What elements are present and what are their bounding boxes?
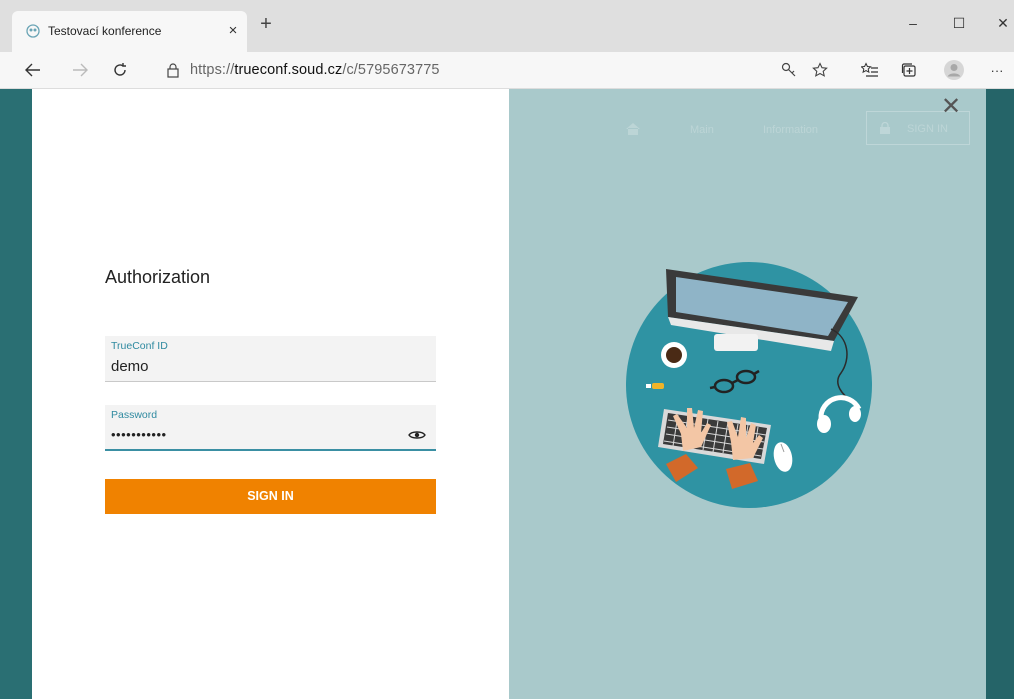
url-host: trueconf.soud.cz xyxy=(234,62,343,78)
coffee-cup-icon xyxy=(661,342,687,368)
tab-title: Testovací konference xyxy=(48,24,162,38)
faded-nav-main: Main xyxy=(690,124,714,136)
profile-avatar-icon[interactable] xyxy=(941,57,967,83)
favorites-list-icon[interactable] xyxy=(857,57,883,83)
address-bar-row: https://trueconf.soud.cz/c/5795673775 ··… xyxy=(0,52,1014,89)
key-icon[interactable] xyxy=(776,57,802,83)
faded-signin-label: SIGN IN xyxy=(907,123,948,135)
browser-window: Testovací konference × + – ☐ ✕ https://t… xyxy=(0,0,1014,699)
title-bar: Testovací konference × + – ☐ ✕ xyxy=(0,0,1014,52)
page-background-right xyxy=(986,89,1014,699)
illustration-panel: Main Information SIGN IN ✕ xyxy=(509,89,986,699)
new-tab-button[interactable]: + xyxy=(256,14,276,34)
page-background-left xyxy=(0,89,32,699)
sign-in-button[interactable]: SIGN IN xyxy=(105,479,436,514)
url-field[interactable]: https://trueconf.soud.cz/c/5795673775 xyxy=(190,62,440,78)
more-menu-button[interactable]: ··· xyxy=(984,57,1010,83)
favorite-star-icon[interactable] xyxy=(807,57,833,83)
page-content: Authorization TrueConf ID demo Password … xyxy=(0,89,1014,699)
window-close-button[interactable]: ✕ xyxy=(988,8,1014,38)
trueconf-favicon-icon xyxy=(26,24,40,38)
home-icon xyxy=(626,123,640,135)
workspace-illustration xyxy=(626,262,872,508)
show-password-eye-icon[interactable] xyxy=(408,429,426,441)
tab-close-icon[interactable]: × xyxy=(225,22,241,39)
faded-lock-icon xyxy=(880,122,890,134)
maximize-button[interactable]: ☐ xyxy=(944,8,974,38)
trueconf-id-label: TrueConf ID xyxy=(111,340,168,352)
auth-title: Authorization xyxy=(105,267,211,287)
tab-active[interactable]: Testovací konference × xyxy=(12,11,247,52)
password-value[interactable]: ••••••••••• xyxy=(111,427,167,442)
forward-arrow-icon[interactable] xyxy=(67,57,93,83)
url-scheme: https:// xyxy=(190,62,235,78)
collections-icon[interactable] xyxy=(896,57,922,83)
minimize-button[interactable]: – xyxy=(898,8,928,38)
modal-close-icon[interactable]: ✕ xyxy=(939,95,963,119)
trueconf-id-value[interactable]: demo xyxy=(111,358,149,375)
back-arrow-icon[interactable] xyxy=(20,57,46,83)
url-path: /c/5795673775 xyxy=(342,62,440,78)
auth-panel: Authorization TrueConf ID demo Password … xyxy=(32,89,509,699)
password-field[interactable]: Password ••••••••••• xyxy=(105,405,436,451)
lock-icon[interactable] xyxy=(166,62,180,78)
faded-nav-information: Information xyxy=(763,124,819,136)
trueconf-id-field[interactable]: TrueConf ID demo xyxy=(105,336,436,382)
refresh-icon[interactable] xyxy=(107,57,133,83)
password-label: Password xyxy=(111,409,158,421)
